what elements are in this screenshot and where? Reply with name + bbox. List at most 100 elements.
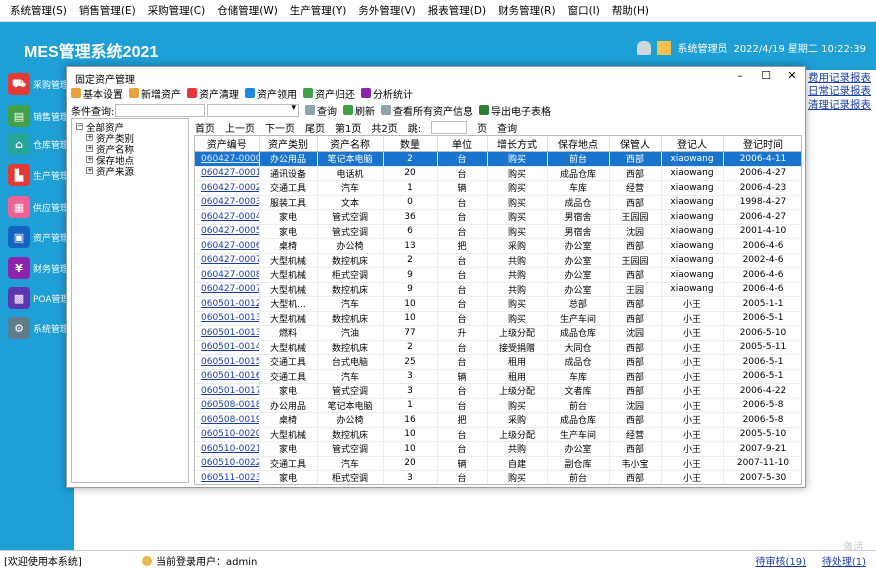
asset-code-link[interactable]: 060427-0000 bbox=[195, 151, 260, 167]
menu-item-5[interactable]: 务外管理(V) bbox=[352, 3, 421, 18]
menu-item-2[interactable]: 采购管理(C) bbox=[142, 3, 212, 18]
column-header[interactable]: 保存地点 bbox=[547, 136, 610, 152]
table-row[interactable]: 060510-0022 交通工具 汽车 20 辆自建 副仓库 韦小宝 小王 2007-11-10 bbox=[195, 456, 801, 471]
bell-icon[interactable] bbox=[637, 40, 652, 55]
table-row[interactable]: 060427-0006 桌椅 办公椅 13 把采购 办公室 西部 xiaowang 2006-4… bbox=[195, 238, 801, 254]
table-row[interactable]: 060427-0000 办公用品 笔记本电脑 2 台购买 前台 西部 xiaowang 2006… bbox=[195, 151, 801, 167]
menu-item-4[interactable]: 生产管理(Y) bbox=[284, 3, 353, 18]
table-row[interactable]: 060427-0002 交通工具 汽车 1 辆购买 车库 经营 xiaowang 2006-4-… bbox=[195, 180, 801, 196]
table-row[interactable]: 060501-0012 大型机... 汽车 10 台购买 总部 西部 小王 2005-1-1 bbox=[195, 296, 801, 312]
nav-item-0[interactable]: ⛟ 采购管理 bbox=[0, 70, 69, 98]
page-jump-input[interactable] bbox=[431, 120, 468, 134]
pager-item-3[interactable]: 尾页 bbox=[305, 120, 325, 135]
table-row[interactable]: 060510-0021 家电 管式空调 10 台共购 办公室 西部 小王 2007-9-21 bbox=[195, 441, 801, 457]
menu-item-8[interactable]: 窗口(I) bbox=[562, 3, 606, 18]
asset-code-link[interactable]: 060501-0015 bbox=[195, 354, 260, 370]
query-button-3[interactable]: 导出电子表格 bbox=[479, 103, 551, 118]
table-row[interactable]: 060501-0013 大型机械 数控机床 10 台购买 生产车间 西部 小王 2006-5-1 bbox=[195, 311, 801, 326]
table-row[interactable]: 060501-0016 交通工具 汽车 3 辆租用 车库 西部 小王 2006-5-1 bbox=[195, 369, 801, 384]
query-button-0[interactable]: 查询 bbox=[305, 103, 337, 118]
asset-code-link[interactable]: 060427-0007 bbox=[195, 282, 260, 297]
toolbar-button-1[interactable]: 新增资产 bbox=[129, 86, 181, 101]
column-header[interactable]: 单位 bbox=[437, 136, 488, 152]
asset-code-link[interactable]: 060427-0005 bbox=[195, 224, 260, 239]
asset-code-link[interactable]: 060510-0022 bbox=[195, 456, 260, 471]
table-row[interactable]: 060508-0018 办公用品 笔记本电脑 1 台购买 前台 沈园 小王 2006-5-8 bbox=[195, 398, 801, 413]
pager-item-2[interactable]: 下一页 bbox=[265, 120, 295, 135]
asset-code-link[interactable]: 060508-0019 bbox=[195, 412, 260, 428]
asset-code-link[interactable]: 060511-0023 bbox=[195, 470, 260, 484]
nav-item-4[interactable]: ▦ 供应管理 bbox=[0, 193, 69, 221]
minimize-button[interactable]: – bbox=[727, 69, 753, 82]
menu-item-3[interactable]: 仓储管理(W) bbox=[211, 3, 284, 18]
table-row[interactable]: 060501-0017 家电 管式空调 3 台上级分配 文者库 西部 小王 2006-4-22 bbox=[195, 383, 801, 399]
nav-item-2[interactable]: ⌂ 仓库管理 bbox=[0, 130, 69, 158]
report-link-daily[interactable]: 日常记录报表 bbox=[808, 83, 871, 98]
query-button-1[interactable]: 刷新 bbox=[343, 103, 375, 118]
expand-icon[interactable]: + bbox=[86, 145, 93, 152]
column-header[interactable]: 登记人 bbox=[661, 136, 724, 152]
table-row[interactable]: 060501-0014 大型机械 数控机床 2 台接受捐赠 大同仓 西部 小王 2005-5-1… bbox=[195, 340, 801, 355]
column-header[interactable]: 资产编号 bbox=[195, 136, 260, 152]
asset-code-link[interactable]: 060427-0006 bbox=[195, 238, 260, 254]
column-header[interactable]: 数量 bbox=[383, 136, 438, 152]
asset-code-link[interactable]: 060427-0004 bbox=[195, 209, 260, 225]
nav-item-1[interactable]: ▤ 销售管理 bbox=[0, 102, 69, 130]
table-row[interactable]: 060510-0020 大型机械 数控机床 10 台上级分配 生产车间 经营 小王 2005-5… bbox=[195, 427, 801, 442]
menu-item-7[interactable]: 财务管理(R) bbox=[492, 3, 562, 18]
pending-tasks-link[interactable]: 待处理(1) bbox=[822, 553, 866, 568]
column-header[interactable]: 资产名称 bbox=[317, 136, 384, 152]
asset-code-link[interactable]: 060501-0017 bbox=[195, 383, 260, 399]
table-row[interactable]: 060511-0023 家电 柜式空调 3 台购买 前台 西部 小王 2007-5-30 bbox=[195, 470, 801, 484]
asset-code-link[interactable]: 060510-0020 bbox=[195, 427, 260, 442]
menu-item-1[interactable]: 销售管理(E) bbox=[73, 3, 142, 18]
toolbar-button-0[interactable]: 基本设置 bbox=[71, 86, 123, 101]
table-row[interactable]: 060501-0013 燃料 汽油 77 升上级分配 成品仓库 沈园 小王 2006-5-10 bbox=[195, 325, 801, 341]
pager-item-1[interactable]: 上一页 bbox=[225, 120, 255, 135]
column-header[interactable]: 增长方式 bbox=[487, 136, 548, 152]
close-button[interactable]: ✕ bbox=[779, 69, 805, 82]
expand-icon[interactable]: − bbox=[76, 123, 83, 130]
expand-icon[interactable]: + bbox=[86, 134, 93, 141]
pager-item-8[interactable]: 查询 bbox=[497, 120, 517, 135]
column-header[interactable]: 登记时间 bbox=[723, 136, 801, 152]
column-header[interactable]: 保管人 bbox=[609, 136, 662, 152]
query-button-2[interactable]: 查看所有资产信息 bbox=[381, 103, 473, 118]
asset-code-link[interactable]: 060501-0012 bbox=[195, 296, 260, 312]
menu-item-0[interactable]: 系统管理(S) bbox=[4, 3, 73, 18]
table-row[interactable]: 060427-0008 大型机械 柜式空调 9 台共购 办公室 西部 xiaowang 2006… bbox=[195, 267, 801, 283]
table-row[interactable]: 060427-0004 家电 管式空调 36 台购买 男宿舍 王园园 xiaowang 2006… bbox=[195, 209, 801, 225]
pending-audit-link[interactable]: 待审核(19) bbox=[755, 553, 806, 568]
asset-code-link[interactable]: 060501-0014 bbox=[195, 340, 260, 355]
toolbar-button-3[interactable]: 资产领用 bbox=[245, 86, 297, 101]
query-condition-select[interactable] bbox=[207, 103, 299, 117]
expand-icon[interactable]: + bbox=[86, 167, 93, 174]
table-row[interactable]: 060427-0007 大型机械 数控机床 2 台共购 办公室 王园园 xiaowang 200… bbox=[195, 253, 801, 268]
asset-code-link[interactable]: 060501-0016 bbox=[195, 369, 260, 384]
table-row[interactable]: 060501-0015 交通工具 台式电脑 25 台租用 成品仓 西部 小王 2006-5-1 bbox=[195, 354, 801, 370]
asset-code-link[interactable]: 060427-0003 bbox=[195, 195, 260, 210]
asset-code-link[interactable]: 060501-0013 bbox=[195, 311, 260, 326]
nav-item-8[interactable]: ⚙ 系统管理 bbox=[0, 314, 69, 342]
maximize-button[interactable]: ☐ bbox=[753, 69, 779, 82]
asset-code-link[interactable]: 060427-0008 bbox=[195, 267, 260, 283]
tree-node[interactable]: + 资产来源 bbox=[74, 165, 188, 178]
table-row[interactable]: 060508-0019 桌椅 办公椅 16 把采购 成品仓库 西部 小王 2006-5-8 bbox=[195, 412, 801, 428]
table-row[interactable]: 060427-0001 通讯设备 电话机 20 台购买 成品仓库 西部 xiaowang 200… bbox=[195, 166, 801, 181]
nav-item-5[interactable]: ▣ 资产管理 bbox=[0, 223, 69, 251]
expand-icon[interactable]: + bbox=[86, 156, 93, 163]
table-row[interactable]: 060427-0003 服装工具 文本 0 台购买 成品仓 西部 xiaowang 1998-4… bbox=[195, 195, 801, 210]
report-link-cleanup[interactable]: 清理记录报表 bbox=[808, 97, 871, 112]
asset-code-link[interactable]: 060510-0021 bbox=[195, 441, 260, 457]
table-row[interactable]: 060427-0007 大型机械 数控机床 9 台共购 办公室 王园 xiaowang 2006… bbox=[195, 282, 801, 297]
menu-item-6[interactable]: 报表管理(D) bbox=[422, 3, 492, 18]
column-header[interactable]: 资产类别 bbox=[259, 136, 318, 152]
toolbar-button-5[interactable]: 分析统计 bbox=[361, 86, 413, 101]
asset-code-link[interactable]: 060427-0002 bbox=[195, 180, 260, 196]
pager-item-0[interactable]: 首页 bbox=[195, 120, 215, 135]
query-field-input[interactable] bbox=[115, 103, 205, 117]
asset-code-link[interactable]: 060427-0001 bbox=[195, 166, 260, 181]
nav-item-6[interactable]: ¥ 财务管理 bbox=[0, 254, 69, 282]
toolbar-button-2[interactable]: 资产清理 bbox=[187, 86, 239, 101]
table-row[interactable]: 060427-0005 家电 管式空调 6 台购买 男宿舍 沈园 xiaowang 2001-4… bbox=[195, 224, 801, 239]
